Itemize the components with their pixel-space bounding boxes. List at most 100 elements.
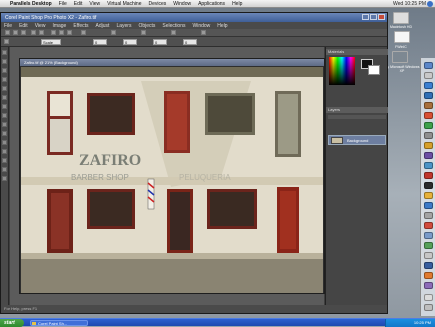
hard-drive-icon[interactable] [393,12,409,24]
mac-menu-view[interactable]: View [89,1,100,7]
pointer-icon[interactable] [4,39,9,44]
text-tool-icon[interactable] [2,158,7,163]
preview-icon[interactable] [424,132,433,139]
mac-menu-applications[interactable]: Applications [198,1,225,7]
zoom-tool-icon[interactable] [2,59,7,64]
paste-icon[interactable] [67,30,72,35]
mac-menu-devices[interactable]: Devices [149,1,167,7]
menu-edit[interactable]: Edit [19,23,28,29]
close-icon[interactable] [378,14,385,20]
app-icon[interactable] [424,272,433,279]
mac-menu-virtual-machine[interactable]: Virtual Machine [107,1,141,7]
menu-layers[interactable]: Layers [116,23,131,29]
brush-tool-icon[interactable] [2,122,7,127]
menu-effects[interactable]: Effects [73,23,88,29]
pen-tool-icon[interactable] [2,176,7,181]
addressbook-icon[interactable] [424,102,433,109]
spotlight-icon[interactable] [427,1,433,7]
app-icon[interactable] [424,282,433,289]
document-title[interactable]: Zafiro.tif @ 21% (Background) [20,59,324,66]
mac-menu-help[interactable]: Help [232,1,242,7]
option-field-3[interactable]: 0 [153,39,167,45]
app-icon[interactable] [424,192,433,199]
mac-menu-file[interactable]: File [59,1,67,7]
menu-selections[interactable]: Selections [162,23,185,29]
drive-icon[interactable] [394,31,410,43]
app-icon[interactable] [424,262,433,269]
itunes-icon[interactable] [424,152,433,159]
minimize-icon[interactable] [362,14,369,20]
standard-toolbar [1,29,387,37]
mac-menu-edit[interactable]: Edit [74,1,83,7]
tray-clock[interactable]: 10:25 PM [414,320,431,325]
parallels-icon[interactable] [424,222,433,229]
app-icon[interactable] [424,172,433,179]
calendar-icon[interactable] [424,112,433,119]
menu-help[interactable]: Help [217,23,227,29]
menu-objects[interactable]: Objects [138,23,155,29]
taskbar-item-paintshop[interactable]: Corel Paint Sh... [30,320,88,326]
mac-menubar: Parallels Desktop File Edit View Virtual… [0,0,435,8]
trash-icon[interactable] [424,304,433,311]
option-field-4[interactable]: 0 [183,39,197,45]
open-file-icon[interactable] [13,30,18,35]
mac-clock[interactable]: Wed 10:25 PM [393,1,426,7]
menu-view[interactable]: View [35,23,46,29]
system-preferences-icon[interactable] [424,212,433,219]
pan-tool-icon[interactable] [2,50,7,55]
copy-icon[interactable] [59,30,64,35]
red-eye-tool-icon[interactable] [2,113,7,118]
terminal-icon[interactable] [424,182,433,189]
layer-row[interactable]: Background [328,135,386,145]
mail-icon[interactable] [424,82,433,89]
facetime-icon[interactable] [424,122,433,129]
mac-app-name[interactable]: Parallels Desktop [10,1,52,7]
selection-tool-icon[interactable] [2,95,7,100]
background-color-swatch[interactable] [368,65,380,75]
photo-canvas[interactable]: ZAFIRO BARBER SHOP PELUQUERIA [21,67,323,293]
shape-tool-icon[interactable] [2,167,7,172]
option-field-2[interactable]: 0 [123,39,137,45]
menu-image[interactable]: Image [52,23,66,29]
adjust-icon[interactable] [171,30,176,35]
app-icon[interactable] [424,232,433,239]
eraser-tool-icon[interactable] [2,140,7,145]
fill-tool-icon[interactable] [2,149,7,154]
menu-file[interactable]: File [4,23,12,29]
rotate-icon[interactable] [141,30,146,35]
zoom-icon[interactable] [81,30,86,35]
deform-tool-icon[interactable] [2,68,7,73]
windows-vm-icon[interactable] [392,51,408,63]
app-icon[interactable] [424,162,433,169]
document-window: Zafiro.tif @ 21% (Background) ZAFIRO BAR… [19,58,325,294]
app-icon[interactable] [424,252,433,259]
cut-icon[interactable] [51,30,56,35]
clone-tool-icon[interactable] [2,131,7,136]
downloads-stack-icon[interactable] [424,294,433,301]
move-tool-icon[interactable] [2,86,7,91]
menu-adjust[interactable]: Adjust [96,23,110,29]
safari-icon[interactable] [424,92,433,99]
effects-icon[interactable] [201,30,206,35]
layers-panel-header[interactable]: Layers [326,107,388,113]
scale-field[interactable]: Scale [41,39,61,45]
new-file-icon[interactable] [5,30,10,35]
dropper-tool-icon[interactable] [2,104,7,109]
app-icon[interactable] [424,242,433,249]
color-spectrum[interactable] [329,57,355,85]
dashboard-icon[interactable] [424,72,433,79]
save-icon[interactable] [21,30,26,35]
materials-panel-header[interactable]: Materials [326,49,388,55]
maximize-icon[interactable] [370,14,377,20]
undo-icon[interactable] [31,30,36,35]
menu-window[interactable]: Window [193,23,211,29]
window-titlebar[interactable]: Corel Paint Shop Pro Photo X2 - Zafiro.t… [1,13,387,22]
mac-menu-window[interactable]: Window [173,1,191,7]
option-field-1[interactable]: 0 [93,39,107,45]
photos-icon[interactable] [424,142,433,149]
redo-icon[interactable] [39,30,44,35]
app-icon[interactable] [424,202,433,209]
crop-tool-icon[interactable] [2,77,7,82]
finder-icon[interactable] [424,62,433,69]
crop-icon[interactable] [111,30,116,35]
